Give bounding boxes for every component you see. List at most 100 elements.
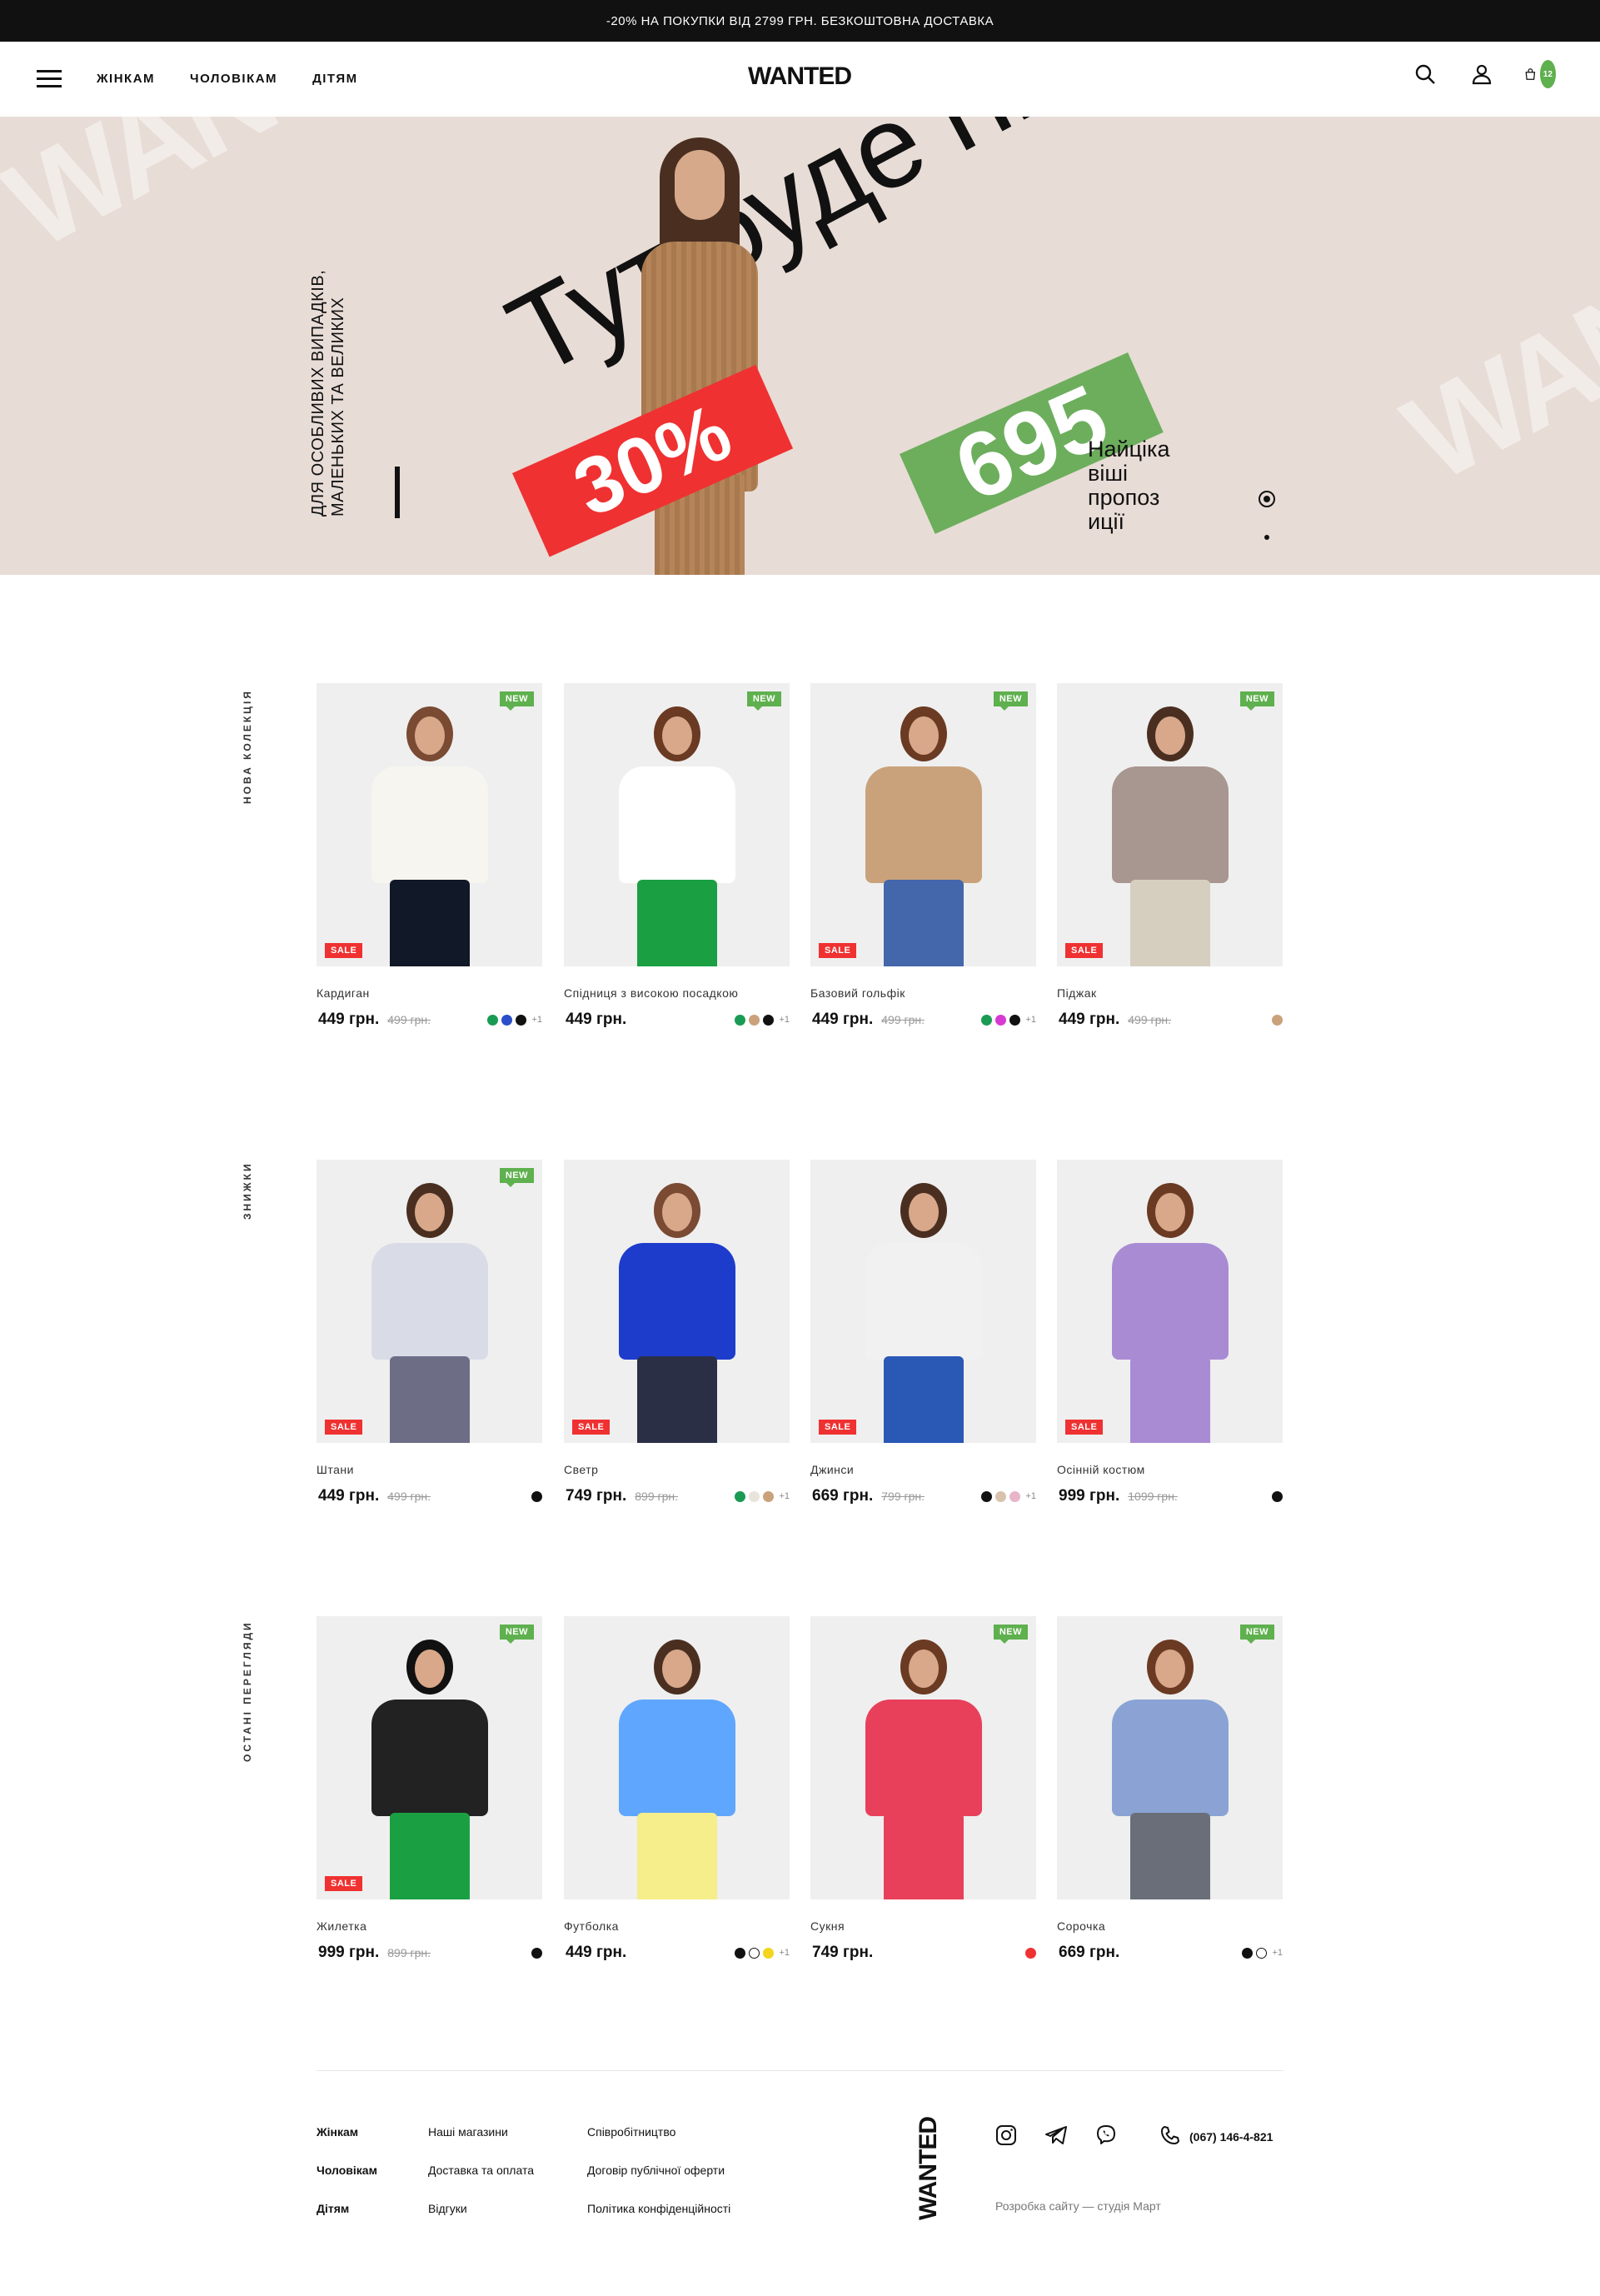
color-swatch[interactable] <box>981 1490 993 1502</box>
more-colors-count[interactable]: +1 <box>779 1491 790 1501</box>
hero-banner[interactable]: WANTED WANTED ДЛЯ ОСОБЛИВИХ ВИПАДКІВ, МА… <box>0 117 1600 575</box>
color-swatch[interactable] <box>1272 1014 1283 1026</box>
color-swatch[interactable] <box>1242 1947 1254 1959</box>
product-name[interactable]: Штани <box>317 1463 542 1478</box>
product-name[interactable]: Піджак <box>1057 986 1283 1001</box>
color-swatch[interactable] <box>763 1947 775 1959</box>
product-image[interactable]: SALE <box>1057 1160 1283 1443</box>
color-swatch[interactable] <box>1256 1947 1268 1959</box>
more-colors-count[interactable]: +1 <box>1272 1948 1283 1958</box>
slider-dot[interactable] <box>1264 535 1269 540</box>
hero-side-text: ДЛЯ ОСОБЛИВИХ ВИПАДКІВ, МАЛЕНЬКИХ ТА ВЕЛ… <box>309 269 347 517</box>
more-colors-count[interactable]: +1 <box>1025 1015 1036 1025</box>
color-swatch[interactable] <box>981 1014 993 1026</box>
product-image[interactable]: NEW <box>810 1616 1036 1899</box>
footer-link-offer[interactable]: Договір публічної оферти <box>587 2151 730 2189</box>
product-name[interactable]: Сорочка <box>1057 1919 1283 1934</box>
footer-link-women[interactable]: Жінкам <box>317 2113 377 2151</box>
product-image[interactable]: NEW SALE <box>317 683 542 966</box>
site-logo[interactable]: WANTED <box>748 62 852 91</box>
product-image[interactable]: NEW <box>1057 1616 1283 1899</box>
product-name[interactable]: Сукня <box>810 1919 1036 1934</box>
product-card[interactable]: NEW Спідниця з високою посадкою 449 грн. +1 <box>564 683 790 1030</box>
product-name[interactable]: Осінній костюм <box>1057 1463 1283 1478</box>
instagram-icon[interactable] <box>994 2123 1019 2148</box>
product-card[interactable]: SALE Джинси 669 грн. 799 грн. +1 <box>810 1160 1036 1506</box>
color-swatch[interactable] <box>995 1490 1007 1502</box>
color-swatch[interactable] <box>749 1014 760 1026</box>
color-swatch[interactable] <box>749 1947 760 1959</box>
footer-link-reviews[interactable]: Відгуки <box>428 2189 534 2228</box>
product-card[interactable]: NEW Сорочка 669 грн. +1 <box>1057 1616 1283 1963</box>
nav-men[interactable]: ЧОЛОВІКАМ <box>190 72 277 86</box>
product-image[interactable]: SALE <box>564 1160 790 1443</box>
more-colors-count[interactable]: +1 <box>531 1015 542 1025</box>
user-icon[interactable] <box>1468 60 1496 88</box>
product-card[interactable]: NEW SALE Базовий гольфік 449 грн. 499 грн. +1 <box>810 683 1036 1030</box>
product-card[interactable]: SALE Осінній костюм 999 грн. 1099 грн. <box>1057 1160 1283 1506</box>
footer-link-delivery[interactable]: Доставка та оплата <box>428 2151 534 2189</box>
color-swatch[interactable] <box>735 1490 746 1502</box>
viber-icon[interactable] <box>1094 2123 1119 2148</box>
product-name[interactable]: Жилетка <box>317 1919 542 1934</box>
product-name[interactable]: Светр <box>564 1463 790 1478</box>
product-card[interactable]: NEW SALE Кардиган 449 грн. 499 грн. +1 <box>317 683 542 1030</box>
color-swatch[interactable] <box>749 1490 760 1502</box>
product-name[interactable]: Базовий гольфік <box>810 986 1036 1001</box>
color-swatch[interactable] <box>1009 1490 1021 1502</box>
color-swatch[interactable] <box>995 1014 1007 1026</box>
product-name[interactable]: Футболка <box>564 1919 790 1934</box>
footer-social <box>994 2123 1119 2148</box>
color-swatch[interactable] <box>487 1014 499 1026</box>
search-icon[interactable] <box>1411 60 1439 88</box>
footer-link-cooperation[interactable]: Співробітництво <box>587 2113 730 2151</box>
footer-link-kids[interactable]: Дітям <box>317 2189 377 2228</box>
color-swatch[interactable] <box>531 1947 542 1959</box>
site-header: ЖІНКАМ ЧОЛОВІКАМ ДІТЯМ WANTED 12 <box>0 42 1600 117</box>
new-badge: NEW <box>499 1625 534 1644</box>
footer-phone[interactable]: (067) 146-4-821 <box>1159 2124 1273 2149</box>
product-image[interactable]: NEW SALE <box>317 1160 542 1443</box>
nav-kids[interactable]: ДІТЯМ <box>312 72 358 86</box>
color-swatch[interactable] <box>501 1014 513 1026</box>
more-colors-count[interactable]: +1 <box>1025 1491 1036 1501</box>
product-card[interactable]: NEW Сукня 749 грн. <box>810 1616 1036 1963</box>
color-swatch[interactable] <box>763 1490 775 1502</box>
nav-women[interactable]: ЖІНКАМ <box>97 72 155 86</box>
product-name[interactable]: Джинси <box>810 1463 1036 1478</box>
product-image[interactable]: NEW SALE <box>1057 683 1283 966</box>
menu-icon[interactable] <box>37 70 62 88</box>
product-image[interactable]: NEW SALE <box>810 683 1036 966</box>
sale-badge: SALE <box>572 1420 611 1435</box>
footer-link-privacy[interactable]: Політика конфіденційності <box>587 2189 730 2228</box>
footer-logo[interactable]: WANTED <box>915 2117 943 2220</box>
product-image[interactable]: SALE <box>810 1160 1036 1443</box>
color-swatch[interactable] <box>735 1014 746 1026</box>
product-card[interactable]: NEW SALE Жилетка 999 грн. 899 грн. <box>317 1616 542 1963</box>
slider-dot-active[interactable] <box>1259 491 1275 507</box>
product-image[interactable]: NEW <box>564 683 790 966</box>
product-card[interactable]: NEW SALE Піджак 449 грн. 499 грн. <box>1057 683 1283 1030</box>
footer-link-men[interactable]: Чоловікам <box>317 2151 377 2189</box>
product-price: 999 грн. <box>1059 1487 1120 1505</box>
color-swatch[interactable] <box>763 1014 775 1026</box>
product-name[interactable]: Кардиган <box>317 986 542 1001</box>
telegram-icon[interactable] <box>1044 2123 1069 2148</box>
product-name[interactable]: Спідниця з високою посадкою <box>564 986 790 1001</box>
more-colors-count[interactable]: +1 <box>779 1948 790 1958</box>
product-card[interactable]: Футболка 449 грн. +1 <box>564 1616 790 1963</box>
color-swatch[interactable] <box>516 1014 527 1026</box>
product-image[interactable]: NEW SALE <box>317 1616 542 1899</box>
color-swatch[interactable] <box>531 1490 542 1502</box>
color-swatch[interactable] <box>1025 1947 1036 1959</box>
color-swatch[interactable] <box>735 1947 746 1959</box>
footer-link-stores[interactable]: Наші магазини <box>428 2113 534 2151</box>
color-swatch[interactable] <box>1009 1014 1021 1026</box>
footer-credit[interactable]: Розробка сайту — студія Март <box>995 2199 1161 2213</box>
more-colors-count[interactable]: +1 <box>779 1015 790 1025</box>
cart-icon[interactable]: 12 <box>1524 60 1556 88</box>
product-image[interactable] <box>564 1616 790 1899</box>
product-card[interactable]: NEW SALE Штани 449 грн. 499 грн. <box>317 1160 542 1506</box>
product-card[interactable]: SALE Светр 749 грн. 899 грн. +1 <box>564 1160 790 1506</box>
color-swatch[interactable] <box>1272 1490 1283 1502</box>
